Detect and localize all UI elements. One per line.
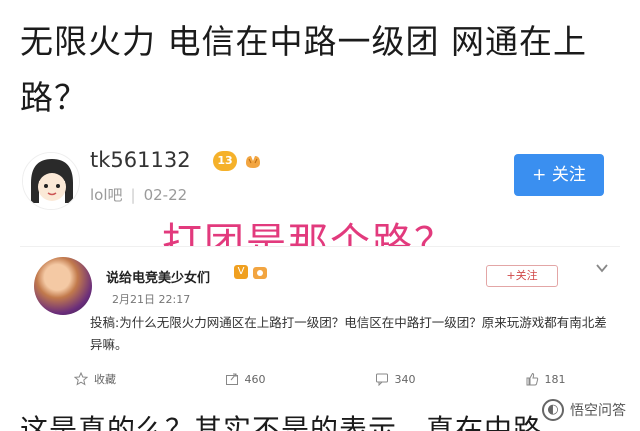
verified-icon: V	[234, 265, 248, 279]
post-header: tk561132 13 lol吧 | 02-22 + 关注	[20, 148, 620, 212]
post-source[interactable]: lol吧	[90, 186, 123, 204]
like-action[interactable]: 181	[470, 365, 620, 393]
repost-count: 460	[244, 372, 266, 386]
answer-text-partial: 这是真的么？其实不是的表示，真在中路	[20, 413, 543, 431]
embedded-action-bar: 收藏 460 340 181	[20, 365, 620, 393]
embedded-author-name[interactable]: 说给电竞美少女们	[106, 267, 210, 286]
question-title: 无限火力 电信在中路一级团 网通在上路？	[20, 22, 587, 117]
comment-action[interactable]: 340	[320, 365, 470, 393]
comment-count: 340	[394, 372, 416, 386]
user-avatar[interactable]	[22, 152, 80, 210]
watermark: ◐ 悟空问答	[538, 397, 630, 423]
favorite-label: 收藏	[94, 373, 116, 386]
repost-action[interactable]: 460	[170, 365, 320, 393]
level-badge: 13	[213, 151, 237, 171]
embedded-author-avatar[interactable]	[34, 257, 92, 315]
embedded-author-badges: V	[234, 265, 268, 281]
wukong-logo-icon: ◐	[542, 399, 564, 421]
favorite-action[interactable]: 收藏	[20, 365, 170, 393]
clapping-hands-icon	[246, 156, 260, 168]
watermark-text: 悟空问答	[570, 403, 626, 419]
comment-icon	[375, 373, 388, 386]
follow-button[interactable]: + 关注	[514, 154, 604, 196]
chevron-down-icon[interactable]	[595, 261, 609, 275]
embedded-post-text: 投稿:为什么无限火力网通区在上路打一级团？电信区在中路打一级团？原来玩游戏都有南…	[90, 315, 607, 352]
post-date: 02-22	[143, 186, 188, 204]
share-icon	[225, 373, 238, 385]
embedded-weibo-card: 说给电竞美少女们 V 2月21日 22:17 +关注 投稿:为什么无限火力网通区…	[20, 246, 620, 431]
post-meta: lol吧 | 02-22	[90, 186, 188, 204]
thumbs-up-icon	[526, 372, 538, 386]
like-count: 181	[544, 372, 566, 386]
username[interactable]: tk561132	[90, 148, 191, 172]
user-badges: 13	[213, 151, 263, 171]
cartoon-avatar-icon	[23, 153, 79, 209]
embedded-follow-button[interactable]: +关注	[486, 265, 558, 287]
fan-badge-icon	[253, 267, 267, 279]
embedded-post-time: 2月21日 22:17	[112, 293, 191, 306]
star-icon	[74, 372, 88, 386]
